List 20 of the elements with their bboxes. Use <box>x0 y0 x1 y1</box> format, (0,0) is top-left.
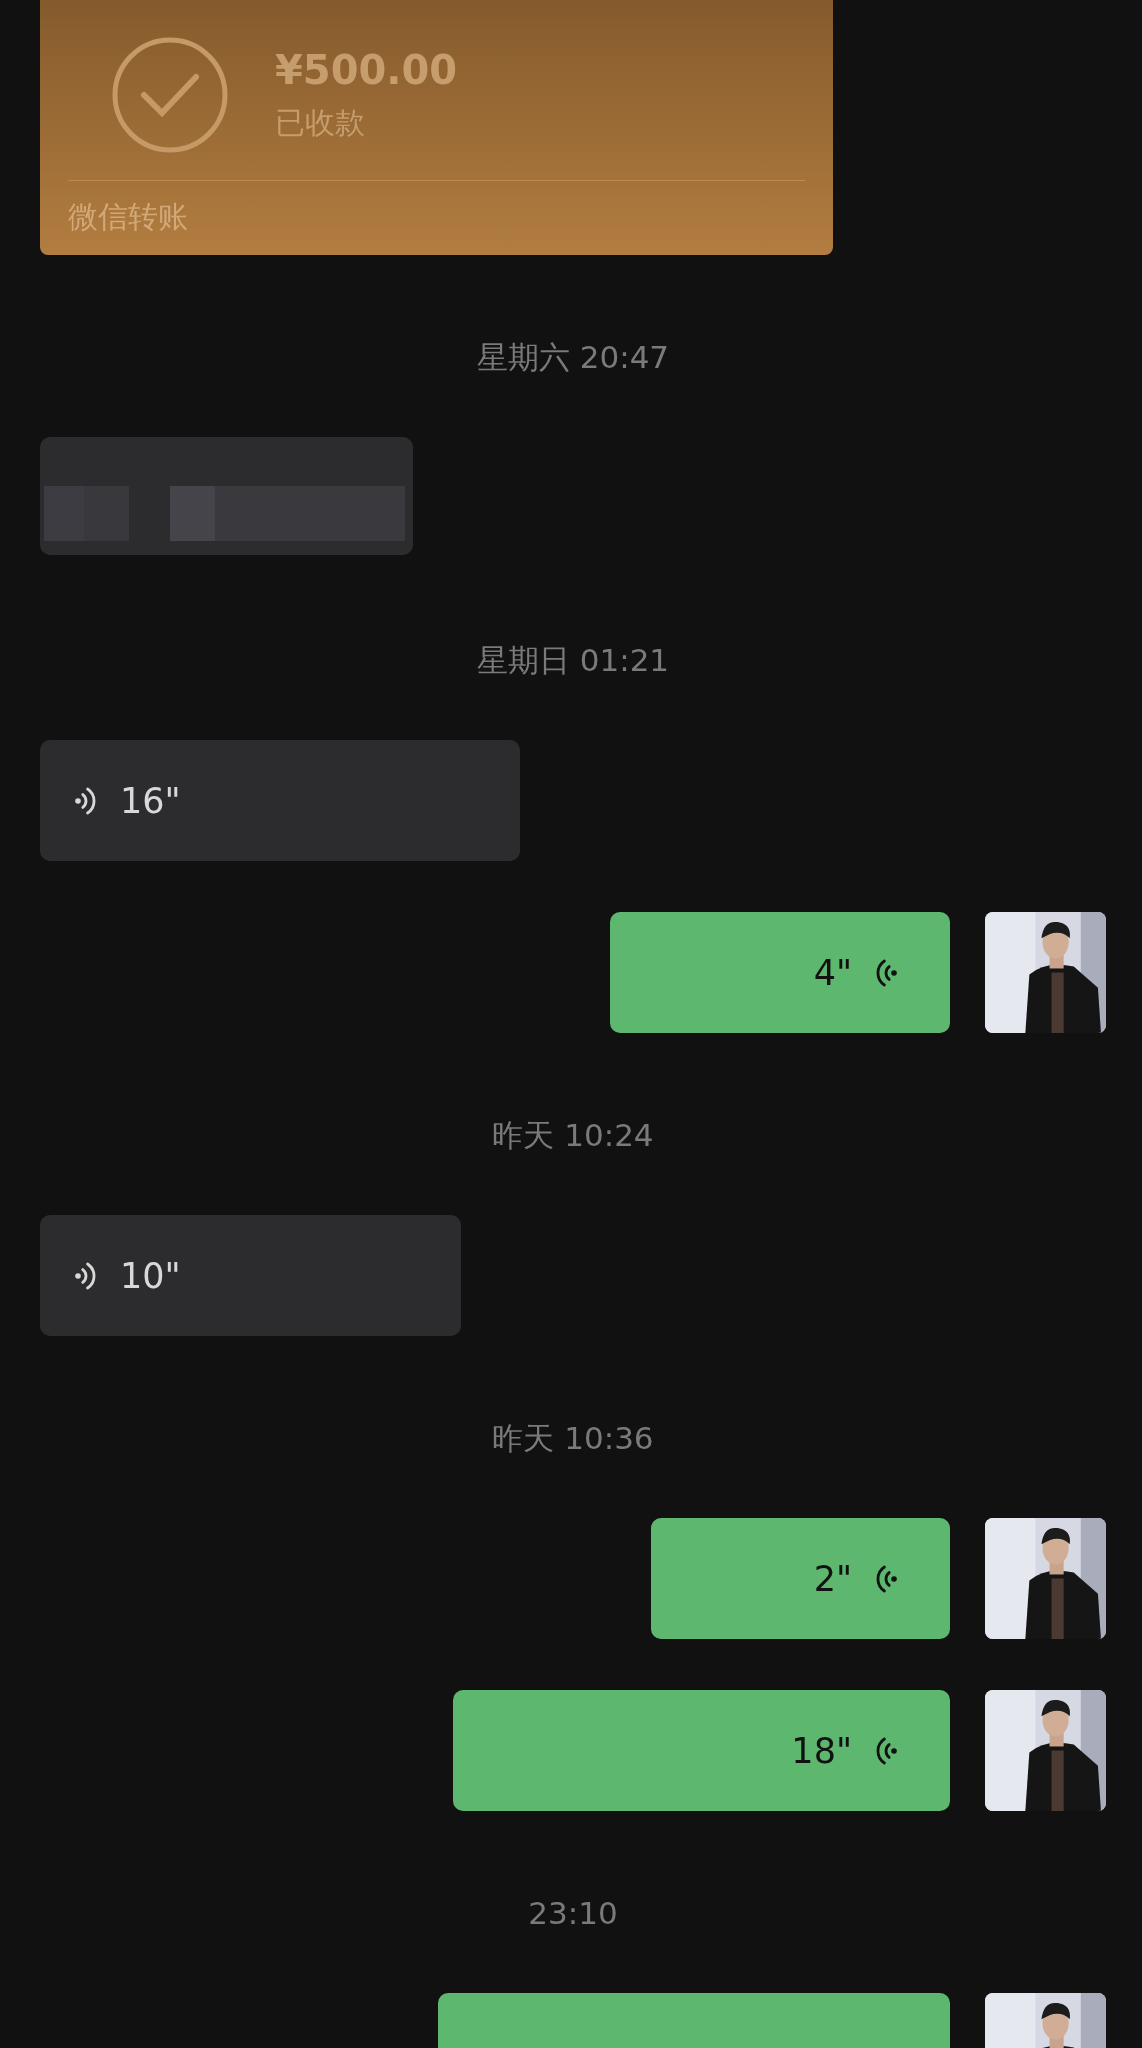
voice-duration: 10" <box>120 1255 181 1296</box>
timestamp: 昨天 10:24 <box>491 1116 655 1155</box>
voice-message[interactable]: 18" <box>453 1690 950 1811</box>
blurred-message[interactable] <box>40 437 413 555</box>
timestamp: 星期六 20:47 <box>475 338 671 377</box>
transfer-label: 微信转账 <box>68 180 805 239</box>
transfer-amount: ¥500.00 <box>275 46 458 95</box>
voice-message[interactable]: 2" <box>651 1518 950 1639</box>
transfer-status: 已收款 <box>275 104 366 142</box>
timestamp: 23:10 <box>527 1894 619 1933</box>
voice-duration: 16" <box>120 780 181 821</box>
voice-message[interactable]: 4" <box>610 912 950 1033</box>
timestamp: 星期日 01:21 <box>475 641 671 680</box>
voice-duration: 18" <box>791 1730 852 1771</box>
voice-duration: 4" <box>813 952 852 993</box>
voice-message[interactable]: 10" <box>40 1215 461 1336</box>
voice-message[interactable]: 16" <box>40 740 520 861</box>
timestamp: 昨天 10:36 <box>491 1419 655 1458</box>
check-circle-icon <box>110 35 230 155</box>
voice-duration: 2" <box>813 1558 852 1599</box>
